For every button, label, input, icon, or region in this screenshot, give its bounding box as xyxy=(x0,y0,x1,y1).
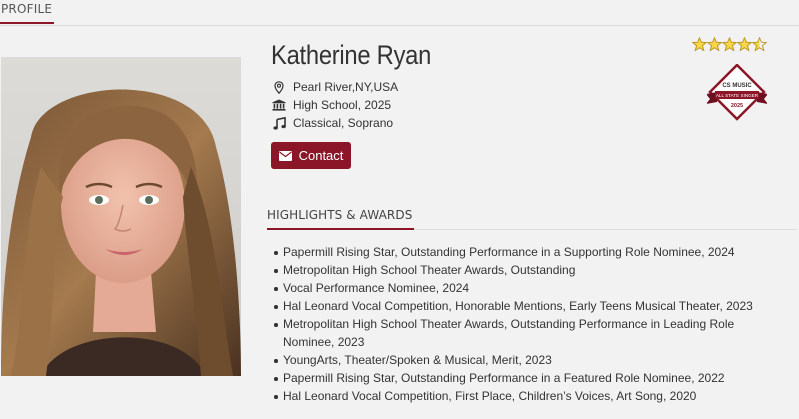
profile-photo xyxy=(1,57,241,376)
profile-tab: PROFILE xyxy=(0,2,55,24)
school-text: High School, 2025 xyxy=(293,98,392,112)
list-item: Papermill Rising Star, Outstanding Perfo… xyxy=(274,369,774,387)
list-item: Metropolitan High School Theater Awards,… xyxy=(274,315,774,351)
genre-row: Classical, Soprano xyxy=(272,116,393,130)
highlights-title: HIGHLIGHTS & AWARDS xyxy=(267,208,415,230)
location-text: Pearl River,NY,USA xyxy=(293,80,399,94)
list-item: YoungArts, Theater/Spoken & Musical, Mer… xyxy=(274,351,774,369)
map-pin-icon xyxy=(272,80,286,94)
profile-header: PROFILE xyxy=(0,0,799,26)
half-star-icon xyxy=(752,37,767,52)
star-icon xyxy=(722,37,737,52)
list-item: Hal Leonard Vocal Competition, First Pla… xyxy=(274,387,774,405)
list-item: Papermill Rising Star, Outstanding Perfo… xyxy=(274,243,774,261)
star-icon xyxy=(692,37,707,52)
awards-list: Papermill Rising Star, Outstanding Perfo… xyxy=(274,243,774,405)
star-icon xyxy=(737,37,752,52)
genre-text: Classical, Soprano xyxy=(293,116,394,130)
list-item: Hal Leonard Vocal Competition, Honorable… xyxy=(274,297,774,315)
list-item: Vocal Performance Nominee, 2024 xyxy=(274,279,774,297)
list-item: Metropolitan High School Theater Awards,… xyxy=(274,261,774,279)
music-note-icon xyxy=(272,116,286,130)
contact-button[interactable]: Contact xyxy=(271,142,351,169)
school-row: High School, 2025 xyxy=(272,98,391,112)
profile-name: Katherine Ryan xyxy=(271,40,432,70)
badge-line2: ALL STATE SINGER xyxy=(716,93,759,98)
contact-button-label: Contact xyxy=(298,148,344,163)
star-rating xyxy=(692,37,767,52)
location-row: Pearl River,NY,USA xyxy=(272,80,398,94)
star-icon xyxy=(707,37,722,52)
badge-year: 2025 xyxy=(731,103,743,109)
badge-line1: CS MUSIC xyxy=(722,83,752,89)
institution-icon xyxy=(272,98,286,112)
envelope-icon xyxy=(278,150,292,161)
highlights-header: HIGHLIGHTS & AWARDS xyxy=(267,206,797,230)
all-state-singer-badge: CS MUSIC ALL STATE SINGER 2025 xyxy=(706,63,768,122)
